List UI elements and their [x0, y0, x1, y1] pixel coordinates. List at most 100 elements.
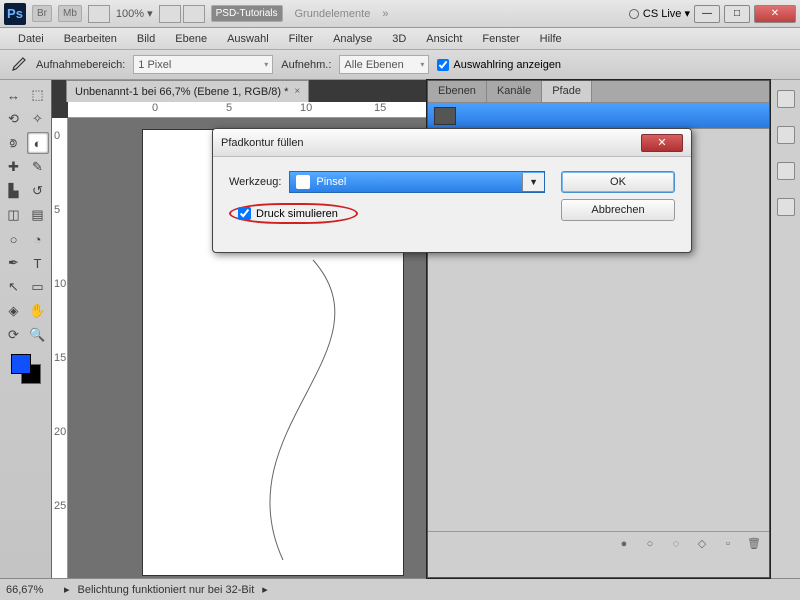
dialog-title: Pfadkontur füllen: [221, 137, 304, 149]
sample-size-label: Aufnahmebereich:: [36, 59, 125, 71]
sample-layers-label: Aufnehm.:: [281, 59, 331, 71]
document-tab[interactable]: Unbenannt-1 bei 66,7% (Ebene 1, RGB/8) *…: [66, 80, 309, 102]
sample-size-select[interactable]: 1 Pixel: [133, 55, 273, 74]
gradient-tool[interactable]: ▤: [27, 204, 49, 226]
document-tab-title: Unbenannt-1 bei 66,7% (Ebene 1, RGB/8) *: [75, 86, 288, 98]
dialog-close-button[interactable]: ✕: [641, 134, 683, 152]
path-sel-tool[interactable]: ↖: [3, 276, 25, 298]
sample-ring-input[interactable]: [437, 59, 449, 71]
extras-dropdown[interactable]: [183, 5, 205, 23]
eraser-tool[interactable]: ◫: [3, 204, 25, 226]
brush-tool[interactable]: ✎: [27, 156, 49, 178]
shape-tool[interactable]: ▭: [27, 276, 49, 298]
arrange-dropdown[interactable]: [159, 5, 181, 23]
stroke-path-dialog: Pfadkontur füllen ✕ Werkzeug: Pinsel Dru…: [212, 128, 692, 253]
document-tab-close[interactable]: ×: [294, 86, 300, 97]
tab-pfade[interactable]: Pfade: [542, 81, 592, 102]
dock-icon-1[interactable]: [777, 90, 795, 108]
new-path-icon[interactable]: ▫: [721, 537, 735, 551]
status-zoom[interactable]: 66,67%: [6, 584, 56, 596]
menu-bild[interactable]: Bild: [127, 30, 165, 48]
status-expand-icon[interactable]: ▸: [64, 583, 70, 596]
dock-icon-4[interactable]: [777, 198, 795, 216]
panel-tabs: Ebenen Kanäle Pfade: [428, 81, 769, 103]
simulate-pressure-highlight: Druck simulieren: [229, 203, 358, 224]
sample-layers-select[interactable]: Alle Ebenen: [339, 55, 429, 74]
wand-tool[interactable]: ✧: [27, 108, 49, 130]
history-brush-tool[interactable]: ↺: [27, 180, 49, 202]
dock-icon-3[interactable]: [777, 162, 795, 180]
menu-ebene[interactable]: Ebene: [165, 30, 217, 48]
status-message: Belichtung funktioniert nur bei 32-Bit: [78, 584, 255, 596]
title-bar: Ps Br Mb 100% ▾ PSD-Tutorials Grundeleme…: [0, 0, 800, 28]
stamp-tool[interactable]: ▙: [3, 180, 25, 202]
ruler-vertical[interactable]: 0 5 10 15 20 25: [52, 118, 68, 578]
sample-ring-label: Auswahlring anzeigen: [453, 59, 561, 71]
simulate-pressure-label: Druck simulieren: [256, 208, 338, 220]
lasso-tool[interactable]: ⟲: [3, 108, 25, 130]
menu-filter[interactable]: Filter: [279, 30, 323, 48]
workspace-grundelemente[interactable]: Grundelemente: [289, 8, 377, 20]
screen-mode-dropdown[interactable]: [88, 5, 110, 23]
stroke-path-icon[interactable]: ○: [643, 537, 657, 551]
menu-auswahl[interactable]: Auswahl: [217, 30, 279, 48]
cslive-menu[interactable]: CS Live ▾: [643, 7, 690, 20]
3d-tool[interactable]: ◈: [3, 300, 25, 322]
bridge-chip[interactable]: Br: [32, 5, 52, 22]
photoshop-logo: Ps: [4, 3, 26, 25]
dock-icon-2[interactable]: [777, 126, 795, 144]
right-dock: [770, 80, 800, 578]
dodge-tool[interactable]: ◔: [27, 228, 49, 250]
brush-icon: [296, 175, 310, 189]
menu-3d[interactable]: 3D: [382, 30, 416, 48]
delete-path-icon[interactable]: 🗑: [747, 537, 761, 551]
fill-path-icon[interactable]: ●: [617, 537, 631, 551]
zoom-tool[interactable]: 🔍: [27, 324, 49, 346]
panel-footer: ● ○ ◌ ◇ ▫ 🗑: [428, 531, 769, 555]
blur-tool[interactable]: ○: [3, 228, 25, 250]
eyedropper-tool-icon[interactable]: [8, 55, 28, 75]
zoom-dropdown[interactable]: 100% ▾: [112, 7, 157, 20]
foreground-color-swatch[interactable]: [11, 354, 31, 374]
color-swatches[interactable]: [11, 354, 41, 384]
menu-fenster[interactable]: Fenster: [472, 30, 529, 48]
tab-ebenen[interactable]: Ebenen: [428, 81, 487, 102]
pen-tool[interactable]: ✒: [3, 252, 25, 274]
tool-select-value: Pinsel: [316, 176, 346, 188]
marquee-tool[interactable]: ⬚: [27, 84, 49, 106]
simulate-pressure-input[interactable]: [238, 207, 251, 220]
heal-tool[interactable]: ✚: [3, 156, 25, 178]
move-tool[interactable]: ↔: [3, 84, 25, 106]
crop-tool[interactable]: ⟄: [3, 132, 25, 154]
menu-ansicht[interactable]: Ansicht: [416, 30, 472, 48]
workspace-psd-tutorials[interactable]: PSD-Tutorials: [211, 5, 283, 22]
rotate-tool[interactable]: ⟳: [3, 324, 25, 346]
menu-hilfe[interactable]: Hilfe: [530, 30, 572, 48]
dialog-titlebar[interactable]: Pfadkontur füllen ✕: [213, 129, 691, 157]
toolbox: ↔ ⬚ ⟲ ✧ ⟄ ◐ ✚ ✎ ▙ ↺ ◫ ▤ ○ ◔ ✒ T ↖ ▭ ◈ ✋ …: [0, 80, 52, 578]
minibridge-chip[interactable]: Mb: [58, 5, 82, 22]
path-row[interactable]: [428, 103, 769, 129]
ok-button[interactable]: OK: [561, 171, 675, 193]
simulate-pressure-checkbox[interactable]: Druck simulieren: [238, 207, 338, 220]
path-thumb: [434, 107, 456, 125]
window-minimize[interactable]: —: [694, 5, 720, 23]
sel-to-path-icon[interactable]: ◇: [695, 537, 709, 551]
menu-bearbeiten[interactable]: Bearbeiten: [54, 30, 127, 48]
tab-kanaele[interactable]: Kanäle: [487, 81, 542, 102]
window-close[interactable]: ✕: [754, 5, 796, 23]
status-arrow-icon[interactable]: ▸: [262, 583, 268, 596]
workspace-more[interactable]: »: [382, 8, 388, 20]
type-tool[interactable]: T: [27, 252, 49, 274]
cancel-button[interactable]: Abbrechen: [561, 199, 675, 221]
hand-tool[interactable]: ✋: [27, 300, 49, 322]
tool-select[interactable]: Pinsel: [289, 171, 545, 193]
sample-ring-checkbox[interactable]: Auswahlring anzeigen: [437, 59, 561, 71]
tool-label: Werkzeug:: [229, 176, 281, 188]
menu-analyse[interactable]: Analyse: [323, 30, 382, 48]
window-maximize[interactable]: □: [724, 5, 750, 23]
eyedropper-tool[interactable]: ◐: [27, 132, 49, 154]
path-to-sel-icon[interactable]: ◌: [669, 537, 683, 551]
menu-datei[interactable]: Datei: [8, 30, 54, 48]
options-bar: Aufnahmebereich: 1 Pixel Aufnehm.: Alle …: [0, 50, 800, 80]
